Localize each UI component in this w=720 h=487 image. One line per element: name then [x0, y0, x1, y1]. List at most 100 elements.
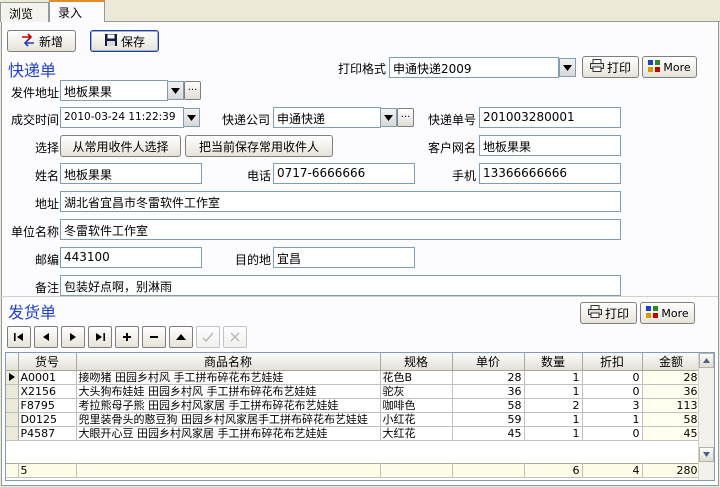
cell-discount[interactable]: 0	[582, 426, 643, 441]
deal-time-picker[interactable]: 2010-03-24 11:22:39	[60, 107, 184, 128]
print-express-button[interactable]: 打印	[582, 56, 639, 78]
company-input[interactable]: 冬雷软件工作室	[60, 219, 621, 240]
nav-first-button[interactable]	[7, 326, 31, 348]
column-header-spec[interactable]: 规格	[380, 353, 453, 371]
cell-amount[interactable]: 58	[642, 412, 701, 427]
nav-insert-button[interactable]	[115, 326, 139, 348]
column-header-qty[interactable]: 数量	[524, 353, 583, 371]
cell-name[interactable]: 考拉熊母子熊 田园乡村风家居 手工拼布碎花布艺娃娃	[76, 398, 381, 413]
nav-delete-button[interactable]	[142, 326, 166, 348]
tracking-number-label: 快递单号	[427, 113, 476, 127]
cell-discount[interactable]: 0	[582, 384, 643, 399]
destination-input[interactable]: 宜昌	[273, 247, 415, 268]
cell-amount[interactable]: 113	[642, 398, 701, 413]
table-row[interactable]: F8795 考拉熊母子熊 田园乡村风家居 手工拼布碎花布艺娃娃 咖啡色 58 2…	[6, 398, 701, 413]
cell-code[interactable]: F8795	[18, 398, 77, 413]
cell-name[interactable]: 接吻猪 田园乡村风 手工拼布碎花布艺娃娃	[76, 370, 381, 385]
cell-name[interactable]: 兜里装骨头的憨豆狗 田园乡村风家居手工拼布碎花布艺娃娃	[76, 412, 381, 427]
column-header-amount[interactable]: 金额	[642, 353, 701, 371]
cell-qty[interactable]: 1	[524, 426, 583, 441]
minus-icon	[150, 336, 158, 338]
cell-price[interactable]: 36	[452, 384, 525, 399]
cell-spec[interactable]: 驼灰	[380, 384, 453, 399]
column-header-price[interactable]: 单价	[452, 353, 525, 371]
column-header-name[interactable]: 商品名称	[76, 353, 381, 371]
tracking-number-input[interactable]: 201003280001	[479, 107, 621, 128]
cell-name[interactable]: 大头狗布娃娃 田园乡村风 手工拼布碎花布艺娃娃	[76, 384, 381, 399]
cell-amount[interactable]: 45	[642, 426, 701, 441]
print-shipment-button[interactable]: 打印	[580, 302, 637, 324]
scroll-down-button[interactable]	[699, 447, 714, 462]
cell-discount[interactable]: 3	[582, 398, 643, 413]
name-input[interactable]: 地板果果	[60, 163, 202, 184]
cell-price[interactable]: 59	[452, 412, 525, 427]
courier-browse-button[interactable]: ···	[397, 108, 414, 127]
cell-name[interactable]: 大眼开心豆 田园乡村风家居 手工拼布碎花布艺娃娃	[76, 426, 381, 441]
destination-label: 目的地	[234, 253, 271, 267]
remark-input[interactable]: 包装好点啊，别淋雨	[60, 275, 621, 296]
table-row[interactable]: A0001 接吻猪 田园乡村风 手工拼布碎花布艺娃娃 花色B 28 1 0 28	[6, 370, 701, 385]
tab-browse[interactable]: 浏览	[0, 2, 49, 22]
cell-amount[interactable]: 28	[642, 370, 701, 385]
table-row[interactable]: P4587 大眼开心豆 田园乡村风家居 手工拼布碎花布艺娃娃 大红花 45 1 …	[6, 426, 701, 441]
cell-spec[interactable]: 咖啡色	[380, 398, 453, 413]
grid-vertical-scrollbar[interactable]	[698, 353, 714, 480]
phone-input[interactable]: 0717-6666666	[273, 163, 415, 184]
cell-discount[interactable]: 0	[582, 370, 643, 385]
cell-qty[interactable]: 1	[524, 384, 583, 399]
cell-spec[interactable]: 小红花	[380, 412, 453, 427]
print-express-label: 打印	[606, 60, 631, 75]
more-express-button[interactable]: More	[642, 56, 697, 78]
cell-code[interactable]: P4587	[18, 426, 77, 441]
save-common-recipient-button[interactable]: 把当前保存常用收件人	[185, 135, 333, 157]
cell-qty[interactable]: 2	[524, 398, 583, 413]
nav-next-button[interactable]	[61, 326, 85, 348]
cell-amount[interactable]: 36	[642, 384, 701, 399]
column-header-discount[interactable]: 折扣	[582, 353, 643, 371]
more-shipment-button[interactable]: More	[640, 302, 695, 324]
address-input[interactable]: 湖北省宜昌市冬雷软件工作室	[60, 191, 621, 212]
shipment-grid[interactable]: 货号 商品名称 规格 单价 数量 折扣 金额 A0001 接吻猪 田园乡村风 手…	[5, 352, 715, 481]
sender-address-dropdown-button[interactable]	[167, 81, 184, 100]
cell-price[interactable]: 58	[452, 398, 525, 413]
table-row[interactable]: X2156 大头狗布娃娃 田园乡村风 手工拼布碎花布艺娃娃 驼灰 36 1 0 …	[6, 384, 701, 399]
new-button[interactable]: 新增	[7, 30, 76, 52]
customer-nick-input[interactable]: 地板果果	[479, 135, 621, 156]
chevron-down-icon	[563, 64, 572, 71]
deal-time-dropdown-button[interactable]	[183, 108, 200, 127]
nav-last-button[interactable]	[88, 326, 112, 348]
print-format-dropdown-button[interactable]	[559, 58, 576, 77]
courier-dropdown-button[interactable]	[380, 108, 397, 127]
cell-discount[interactable]: 1	[582, 412, 643, 427]
cell-price[interactable]: 28	[452, 370, 525, 385]
print-format-label: 打印格式	[337, 62, 386, 76]
nav-edit-button[interactable]	[169, 326, 193, 348]
print-format-select[interactable]: 申通快递2009	[389, 57, 559, 78]
save-button[interactable]: 保存	[90, 30, 159, 52]
cell-spec[interactable]: 大红花	[380, 426, 453, 441]
cancel-x-icon	[230, 332, 240, 342]
nav-post-button[interactable]	[196, 326, 220, 348]
sender-address-select[interactable]: 地板果果	[60, 80, 168, 101]
courier-select[interactable]: 申通快递	[273, 107, 381, 128]
select-common-recipient-button[interactable]: 从常用收件人选择	[60, 135, 181, 157]
cell-qty[interactable]: 1	[524, 412, 583, 427]
next-record-icon	[70, 333, 76, 341]
cell-spec[interactable]: 花色B	[380, 370, 453, 385]
cell-price[interactable]: 45	[452, 426, 525, 441]
cell-code[interactable]: X2156	[18, 384, 77, 399]
tab-entry[interactable]: 录入	[49, 0, 105, 23]
mobile-input[interactable]: 13366666666	[479, 163, 621, 184]
column-header-code[interactable]: 货号	[18, 353, 77, 371]
scroll-up-button[interactable]	[699, 353, 714, 368]
cell-code[interactable]: D0125	[18, 412, 77, 427]
row-indicator	[6, 370, 19, 385]
zip-input[interactable]: 443100	[60, 247, 202, 268]
nav-prior-button[interactable]	[34, 326, 58, 348]
cell-code[interactable]: A0001	[18, 370, 77, 385]
cell-qty[interactable]: 1	[524, 370, 583, 385]
sender-address-browse-button[interactable]: ···	[184, 81, 201, 100]
nav-cancel-button[interactable]	[223, 326, 247, 348]
shipment-footer: 5 6 4 280	[6, 463, 701, 478]
table-row[interactable]: D0125 兜里装骨头的憨豆狗 田园乡村风家居手工拼布碎花布艺娃娃 小红花 59…	[6, 412, 701, 427]
